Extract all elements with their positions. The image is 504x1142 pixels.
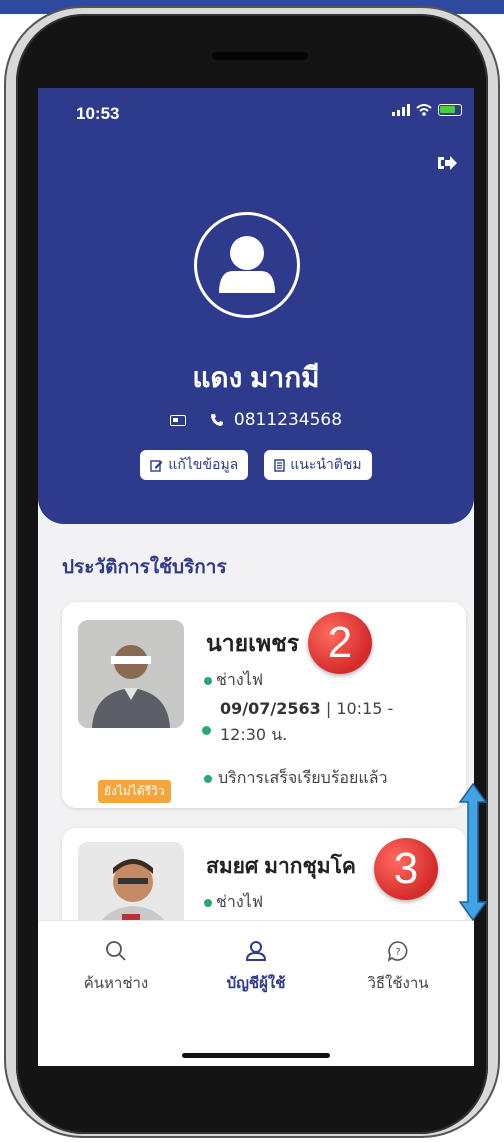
- history-title: ประวัติการใช้บริการ: [62, 557, 227, 578]
- recommend-button[interactable]: แนะนำติชม: [264, 450, 372, 480]
- type-dot-icon: [204, 676, 212, 685]
- nav-account[interactable]: บัญชีผู้ใช้: [186, 939, 326, 995]
- profile-actions: แก้ไขข้อมูล แนะนำติชม: [38, 450, 474, 480]
- home-indicator: [182, 1053, 330, 1058]
- phone-number: 0811234568: [233, 410, 343, 430]
- phone-icon: [210, 414, 223, 426]
- status-dot-icon: [204, 774, 212, 783]
- user-name: แดง มากมี: [192, 362, 320, 393]
- app-screen: 10:53 แดง มากมี 0811234568 แก้ไขข้อมูล แ…: [38, 88, 474, 1066]
- step-marker: 2: [308, 612, 372, 674]
- nav-help-label: วิธีใช้งาน: [367, 975, 429, 992]
- battery-icon: [438, 104, 462, 116]
- nav-search-label: ค้นหาช่าง: [83, 975, 149, 992]
- service-datetime: 09/07/2563 | 10:15 - 12:30 น.: [202, 696, 444, 748]
- service-status: บริการเสร็จเรียบร้อยแล้ว: [204, 766, 388, 791]
- status-icons: [392, 104, 462, 116]
- profile-header: 10:53 แดง มากมี 0811234568 แก้ไขข้อมูล แ…: [38, 88, 474, 524]
- contact-row: 0811234568: [38, 410, 474, 430]
- step-marker: 3: [374, 838, 438, 900]
- recommend-label: แนะนำติชม: [290, 456, 362, 472]
- technician-type-label: ช่างไฟ: [216, 670, 264, 689]
- nav-help[interactable]: ? วิธีใช้งาน: [328, 939, 468, 995]
- technician-type: ช่างไฟ: [204, 668, 263, 693]
- history-card[interactable]: นายเพชร 2 ช่างไฟ 09/07/2563 | 10:15 - 12…: [62, 602, 466, 808]
- technician-name: สมยศ มากชุมโค: [206, 855, 356, 878]
- service-status-label: บริการเสร็จเรียบร้อยแล้ว: [218, 768, 388, 787]
- avatar[interactable]: [194, 212, 300, 318]
- edit-profile-label: แก้ไขข้อมูล: [168, 456, 239, 472]
- technician-type: ช่างไฟ: [204, 890, 263, 915]
- clock-icon: [202, 726, 211, 735]
- technician-type-label: ช่างไฟ: [216, 892, 264, 911]
- scroll-double-arrow-icon: [458, 782, 488, 922]
- nav-search[interactable]: ค้นหาช่าง: [46, 939, 186, 995]
- user-avatar-icon: [219, 236, 275, 293]
- search-icon: [106, 941, 126, 961]
- logout-icon[interactable]: [436, 152, 458, 174]
- review-badge[interactable]: ยังไม่ได้รีวิว: [98, 780, 171, 803]
- signal-icon: [392, 104, 410, 116]
- svg-text:?: ?: [395, 947, 400, 958]
- user-icon: [245, 941, 267, 961]
- technician-name: นายเพชร: [206, 630, 300, 656]
- edit-profile-button[interactable]: แก้ไขข้อมูล: [140, 450, 249, 480]
- id-card-icon: [169, 414, 186, 426]
- document-icon: [274, 458, 285, 472]
- bottom-nav: ค้นหาช่าง บัญชีผู้ใช้ ? วิธีใช้งาน: [38, 920, 474, 1066]
- edit-icon: [150, 459, 163, 472]
- nav-account-label: บัญชีผู้ใช้: [226, 975, 286, 992]
- technician-photo: [78, 620, 184, 728]
- speaker-notch: [212, 52, 308, 60]
- type-dot-icon: [204, 898, 212, 907]
- status-time: 10:53: [76, 104, 120, 123]
- service-date: 09/07/2563: [220, 699, 321, 718]
- help-icon: ?: [387, 941, 408, 962]
- wifi-icon: [416, 104, 432, 116]
